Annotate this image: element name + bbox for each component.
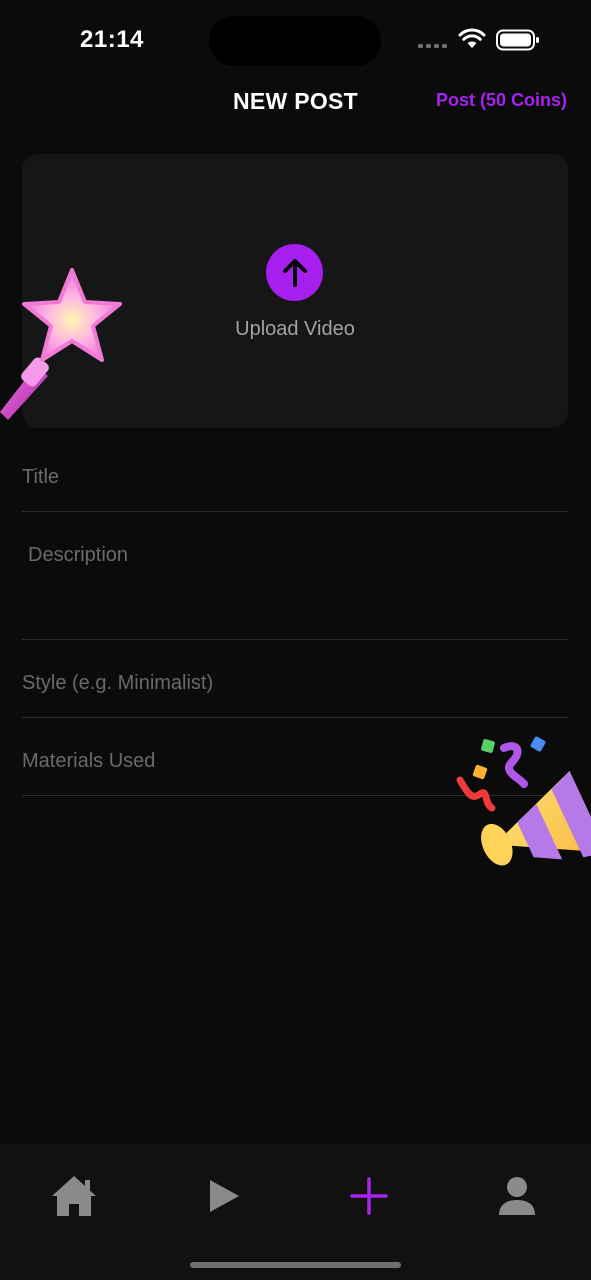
home-indicator <box>190 1262 401 1268</box>
style-field[interactable] <box>22 672 568 718</box>
play-icon <box>210 1180 239 1212</box>
wifi-icon <box>458 28 486 48</box>
title-input[interactable] <box>22 466 568 489</box>
status-time: 21:14 <box>80 26 144 53</box>
tab-home[interactable] <box>44 1166 104 1226</box>
tab-bar <box>0 1144 591 1280</box>
description-field[interactable] <box>22 544 574 640</box>
nav-header: NEW POST Post (50 Coins) <box>0 80 591 124</box>
title-field[interactable] <box>22 466 568 512</box>
dynamic-island <box>209 16 381 66</box>
tab-profile[interactable] <box>487 1166 547 1226</box>
arrow-up-icon <box>282 258 307 287</box>
home-icon <box>52 1176 96 1216</box>
cellular-signal-icon <box>418 44 447 48</box>
status-bar: 21:14 <box>0 0 591 80</box>
description-input[interactable] <box>22 544 574 624</box>
style-input[interactable] <box>22 672 568 695</box>
party-popper-sticker <box>456 736 591 866</box>
tab-play[interactable] <box>194 1166 254 1226</box>
person-icon <box>499 1177 535 1215</box>
upload-button[interactable] <box>266 244 323 301</box>
plus-icon <box>350 1177 388 1215</box>
post-button[interactable]: Post (50 Coins) <box>436 90 567 111</box>
star-wand-sticker <box>0 268 122 420</box>
tab-add[interactable] <box>339 1166 399 1226</box>
battery-icon <box>496 29 539 51</box>
